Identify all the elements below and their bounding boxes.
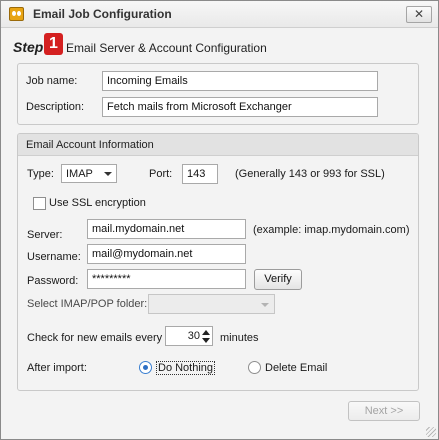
username-input[interactable]: mail@mydomain.net [87,244,246,264]
email-account-header: Email Account Information [18,134,418,156]
type-label: Type: [27,168,54,180]
step-title: Email Server & Account Configuration [66,41,267,55]
spin-down-icon[interactable] [202,338,210,343]
email-account-header-label: Email Account Information [26,139,154,151]
spin-up-icon[interactable] [202,330,210,335]
port-input[interactable]: 143 [182,164,218,184]
next-button[interactable]: Next >> [348,401,420,421]
port-hint: (Generally 143 or 993 for SSL) [235,168,385,180]
step-word: Step [13,39,44,55]
radio-selected-dot [143,365,148,370]
port-label: Port: [149,168,173,180]
type-select[interactable]: IMAP [61,164,117,183]
job-name-input[interactable]: Incoming Emails [102,71,378,91]
step-number: 1 [44,33,63,55]
dialog-window: Email Job Configuration ✕ Step 1 Email S… [0,0,439,440]
ssl-label: Use SSL encryption [49,197,146,209]
server-label: Server: [27,229,63,241]
resize-grip-icon[interactable] [426,427,436,437]
folder-label: Select IMAP/POP folder: [27,298,148,310]
chevron-down-icon [261,303,269,307]
verify-button[interactable]: Verify [254,269,302,290]
description-label: Description: [26,101,85,113]
close-icon: ✕ [413,7,425,21]
description-input[interactable]: Fetch mails from Microsoft Exchanger [102,97,378,117]
delete-email-label[interactable]: Delete Email [265,362,327,374]
check-interval-value: 30 [187,330,200,342]
step-badge: Step 1 [11,33,63,60]
close-button[interactable]: ✕ [406,6,432,23]
step-header: Step 1 Email Server & Account Configurat… [11,33,431,62]
check-interval-stepper[interactable]: 30 [165,326,213,346]
app-logo-icon [9,7,24,21]
title-bar[interactable]: Email Job Configuration ✕ [1,1,438,28]
server-input[interactable]: mail.mydomain.net [87,219,246,239]
chevron-down-icon [104,172,112,176]
type-value: IMAP [66,168,93,180]
check-interval-label: Check for new emails every [27,332,163,344]
server-hint: (example: imap.mydomain.com) [253,224,410,236]
after-import-label: After import: [27,362,87,374]
username-label: Username: [27,251,81,263]
delete-email-radio[interactable] [248,361,261,374]
folder-select[interactable] [148,294,275,314]
password-label: Password: [27,275,79,287]
check-interval-unit: minutes [220,332,259,344]
job-name-label: Job name: [26,75,78,87]
password-input[interactable]: ********* [87,269,246,289]
ssl-checkbox[interactable] [33,197,46,210]
window-title: Email Job Configuration [33,7,172,21]
do-nothing-radio[interactable] [139,361,152,374]
do-nothing-label[interactable]: Do Nothing [156,361,216,375]
